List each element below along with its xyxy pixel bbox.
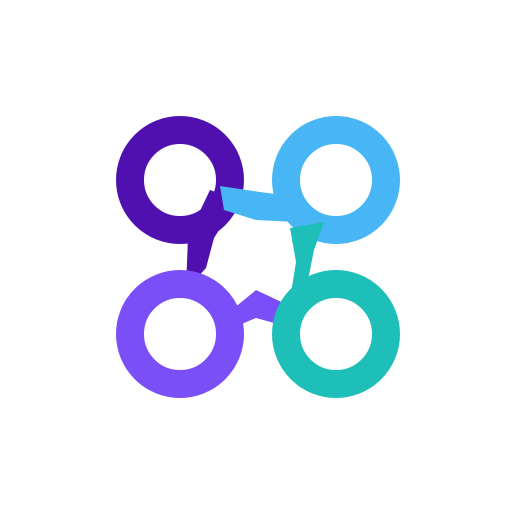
rotor-top-right	[220, 116, 400, 244]
rotor-top-left	[116, 116, 244, 290]
rotor-bottom-right	[272, 222, 400, 398]
ring-top-right	[272, 116, 400, 244]
ring-bottom-right	[272, 270, 400, 398]
ring-bottom-left	[116, 270, 244, 398]
rotor-bottom-left	[116, 270, 290, 398]
ring-top-left	[116, 116, 244, 244]
drone-logo-icon	[116, 116, 400, 398]
app-icon-canvas	[0, 0, 512, 512]
